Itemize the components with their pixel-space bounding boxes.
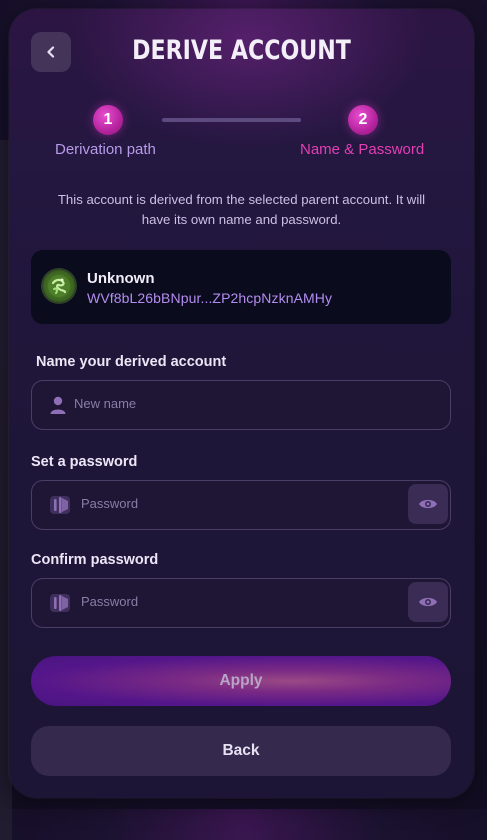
derive-account-card: DERIVE ACCOUNT 1 2 Derivation path Name … — [9, 9, 474, 798]
person-icon — [50, 396, 66, 414]
name-field-label: Name your derived account — [36, 354, 227, 370]
parent-account-card: Unknown WVf8bL26bBNpur...ZP2hcpNzknAMHy — [31, 250, 451, 324]
apply-button[interactable]: Apply — [31, 656, 451, 706]
show-password-button[interactable] — [408, 484, 448, 524]
name-placeholder: New name — [74, 396, 137, 411]
parent-account-address: WVf8bL26bBNpur...ZP2hcpNzknAMHy — [87, 290, 333, 306]
confirm-placeholder: Password — [81, 594, 139, 609]
name-input[interactable]: New name — [31, 380, 451, 430]
confirm-field-label: Confirm password — [31, 552, 159, 568]
page-title: DERIVE ACCOUNT — [132, 35, 351, 66]
password-key-icon — [50, 594, 70, 612]
eye-icon — [419, 499, 437, 509]
description-text: This account is derived from the selecte… — [57, 192, 426, 227]
password-input[interactable]: Password — [31, 480, 451, 530]
step-2-badge: 2 — [348, 105, 378, 135]
password-field-label: Set a password — [31, 454, 138, 470]
eye-icon — [419, 597, 437, 607]
avatar-pattern-icon — [48, 275, 70, 297]
step-connector — [162, 118, 301, 122]
back-button[interactable]: Back — [31, 726, 451, 776]
avatar — [43, 270, 75, 302]
stepper: 1 2 Derivation path Name & Password — [9, 105, 474, 165]
password-key-icon — [50, 496, 70, 514]
parent-account-name: Unknown — [87, 270, 155, 287]
step-1-badge: 1 — [93, 105, 123, 135]
step-2-label: Name & Password — [300, 141, 425, 158]
password-placeholder: Password — [81, 496, 139, 511]
show-confirm-password-button[interactable] — [408, 582, 448, 622]
confirm-password-input[interactable]: Password — [31, 578, 451, 628]
step-1-label: Derivation path — [55, 141, 156, 158]
